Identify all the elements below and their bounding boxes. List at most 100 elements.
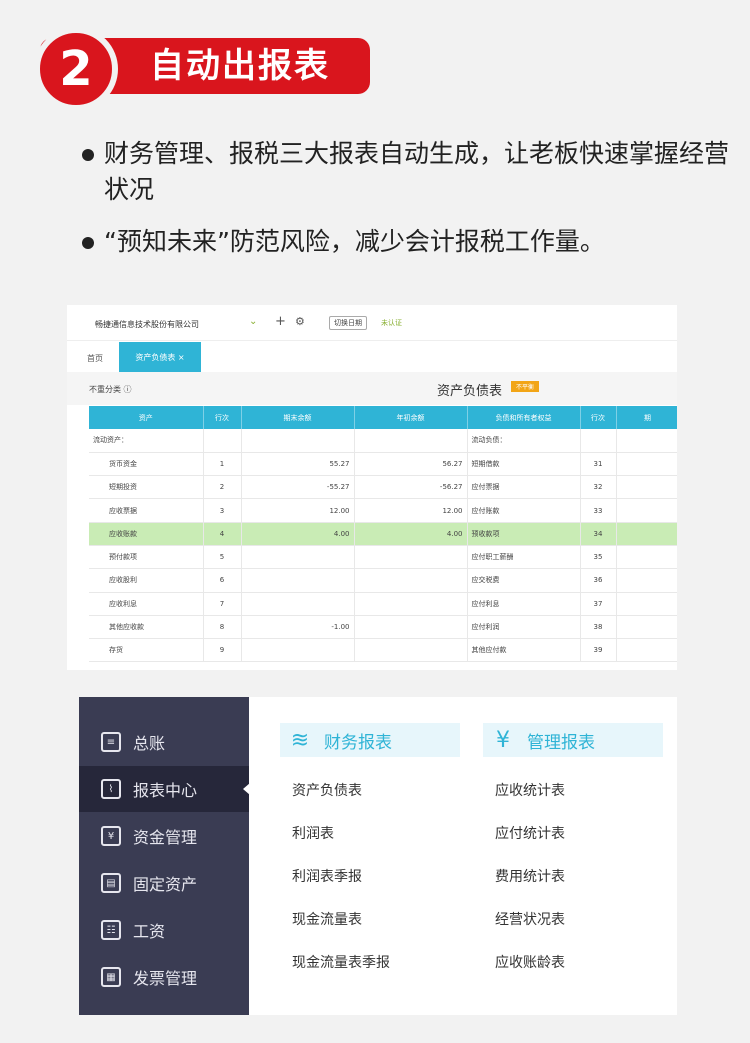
report-link-cash-flow[interactable]: 现金流量表 xyxy=(292,909,362,929)
line-number-cell: 8 xyxy=(203,615,242,640)
sidebar-item-label: 资金管理 xyxy=(133,828,198,847)
sidebar-item[interactable]: ¥ 资金管理 xyxy=(79,813,249,859)
report-link-receivable-stats[interactable]: 应收统计表 xyxy=(495,780,565,800)
sidebar-item[interactable]: ▦ 发票管理 xyxy=(79,954,249,1000)
line-number-cell: 7 xyxy=(203,592,242,616)
asset-cell: 货币资金 xyxy=(89,452,204,477)
sidebar-item-label: 固定资产 xyxy=(133,875,198,894)
overflow-cell xyxy=(616,545,677,570)
sidebar-item[interactable]: ≡ 总账 xyxy=(79,719,249,765)
liability-cell: 应付票据 xyxy=(467,475,581,500)
sidebar-item-label: 工资 xyxy=(133,922,166,941)
money-icon: ¥ xyxy=(101,826,121,846)
overflow-cell xyxy=(616,522,677,546)
asset-cell: 短期投资 xyxy=(89,475,204,500)
end-balance-cell xyxy=(241,429,355,453)
table-row[interactable]: 存货 9 其他应付款 39 xyxy=(89,638,677,663)
report-link-expense-stats[interactable]: 费用统计表 xyxy=(495,866,565,886)
line-number-cell: 31 xyxy=(580,452,617,477)
report-link-receivable-aging[interactable]: 应收账龄表 xyxy=(495,952,565,972)
start-balance-cell xyxy=(354,592,468,616)
invoice-icon: ▦ xyxy=(101,967,121,987)
active-indicator-icon xyxy=(243,783,250,795)
bullet-item: 财务管理、报税三大报表自动生成，让老板快速掌握经营状况 xyxy=(82,136,732,208)
page: 2 自动出报表 财务管理、报税三大报表自动生成，让老板快速掌握经营状况 “预知未… xyxy=(0,0,750,1043)
tab-home[interactable]: 首页 xyxy=(87,353,103,364)
overflow-cell xyxy=(616,615,677,640)
table-row[interactable]: 流动资产： 流动负债： xyxy=(89,429,677,453)
table-row[interactable]: 应收账款 4 4.00 4.00 预收款项 34 xyxy=(89,522,677,546)
report-link-balance-sheet[interactable]: 资产负债表 xyxy=(292,780,362,800)
overflow-cell xyxy=(616,568,677,593)
sidebar: ≡ 总账 ⌇ 报表中心 ¥ 资金管理 ▤ 固定资产 ☷ 工资 ▦ 发票管理 xyxy=(79,697,250,1015)
column-header: 负债和所有者权益 xyxy=(467,406,581,429)
asset-cell: 应收股利 xyxy=(89,568,204,593)
balance-sheet-table: 资产 行次 期末余额 年初余额 负债和所有者权益 行次 期 流动资产： 流动负债：… xyxy=(89,406,677,663)
sidebar-item[interactable]: ☷ 工资 xyxy=(79,907,249,953)
tab-balance-sheet[interactable]: 资产负债表 × xyxy=(119,342,201,372)
end-balance-cell: 4.00 xyxy=(241,522,355,546)
asset-icon: ▤ xyxy=(101,873,121,893)
report-link-cash-flow-quarterly[interactable]: 现金流量表季报 xyxy=(292,952,390,972)
table-row[interactable]: 预付款项 5 应付职工薪酬 35 xyxy=(89,545,677,570)
toolbar: 畅捷通信息技术股份有限公司 ⌄ + ⚙ 切换日期 未认证 xyxy=(67,305,677,341)
end-balance-cell xyxy=(241,638,355,663)
line-number-cell: 38 xyxy=(580,615,617,640)
report-link-income-statement[interactable]: 利润表 xyxy=(292,823,334,843)
gear-icon[interactable]: ⚙ xyxy=(295,315,305,328)
liability-cell: 应付职工薪酬 xyxy=(467,545,581,570)
line-number-cell: 9 xyxy=(203,638,242,663)
asset-cell: 应收票据 xyxy=(89,498,204,523)
line-number-cell: 36 xyxy=(580,568,617,593)
line-number-cell xyxy=(580,429,617,453)
switch-date-button[interactable]: 切换日期 xyxy=(329,316,367,330)
finance-report-category: ≋ 财务报表 xyxy=(280,723,460,757)
liability-cell: 应交税费 xyxy=(467,568,581,593)
bullet-item: “预知未来”防范风险，减少会计报税工作量。 xyxy=(82,224,732,260)
bullet-dot-icon xyxy=(82,237,94,249)
column-header: 行次 xyxy=(580,406,617,429)
line-number-cell: 39 xyxy=(580,638,617,663)
table-row[interactable]: 应收股利 6 应交税费 36 xyxy=(89,568,677,593)
ledger-icon: ≡ xyxy=(101,732,121,752)
liability-cell: 应付利息 xyxy=(467,592,581,616)
report-link-income-quarterly[interactable]: 利润表季报 xyxy=(292,866,362,886)
bullet-dot-icon xyxy=(82,149,94,161)
column-header: 年初余额 xyxy=(354,406,468,429)
table-row[interactable]: 应收票据 3 12.00 12.00 应付账款 33 xyxy=(89,498,677,523)
report-link-operations[interactable]: 经营状况表 xyxy=(495,909,565,929)
end-balance-cell xyxy=(241,568,355,593)
asset-cell: 预付款项 xyxy=(89,545,204,570)
bullet-text: “预知未来”防范风险，减少会计报税工作量。 xyxy=(104,227,605,256)
end-balance-cell: -1.00 xyxy=(241,615,355,640)
line-number-cell: 6 xyxy=(203,568,242,593)
chart-icon: ⌇ xyxy=(101,779,121,799)
table-row[interactable]: 短期投资 2 -55.27 -56.27 应付票据 32 xyxy=(89,475,677,500)
overflow-cell xyxy=(616,638,677,663)
table-body: 流动资产： 流动负债： 货币资金 1 55.27 56.27 短期借款 31 短期投资 2 -55.… xyxy=(89,429,677,663)
unclassified-toggle[interactable]: 不重分类 ⓘ xyxy=(89,384,132,395)
end-balance-cell xyxy=(241,592,355,616)
liability-cell: 预收款项 xyxy=(467,522,581,546)
unbalanced-badge: 不平衡 xyxy=(511,381,540,392)
start-balance-cell xyxy=(354,545,468,570)
end-balance-cell xyxy=(241,545,355,570)
table-row[interactable]: 货币资金 1 55.27 56.27 短期借款 31 xyxy=(89,452,677,477)
add-icon[interactable]: + xyxy=(275,314,286,329)
sidebar-item[interactable]: ▤ 固定资产 xyxy=(79,860,249,906)
table-row[interactable]: 其他应收款 8 -1.00 应付利润 38 xyxy=(89,615,677,640)
step-number-badge: 2 xyxy=(34,27,118,111)
overflow-cell xyxy=(616,452,677,477)
company-selector[interactable]: 畅捷通信息技术股份有限公司 xyxy=(95,319,199,330)
sidebar-item[interactable]: ⌇ 报表中心 xyxy=(79,766,250,812)
report-link-payable-stats[interactable]: 应付统计表 xyxy=(495,823,565,843)
asset-cell: 存货 xyxy=(89,638,204,663)
start-balance-cell: -56.27 xyxy=(354,475,468,500)
line-number-cell: 34 xyxy=(580,522,617,546)
table-row[interactable]: 应收利息 7 应付利息 37 xyxy=(89,592,677,616)
line-number-cell: 37 xyxy=(580,592,617,616)
end-balance-cell: -55.27 xyxy=(241,475,355,500)
finance-report-title: 财务报表 xyxy=(324,732,392,753)
chevron-down-icon[interactable]: ⌄ xyxy=(249,316,257,327)
line-number-cell: 4 xyxy=(203,522,242,546)
